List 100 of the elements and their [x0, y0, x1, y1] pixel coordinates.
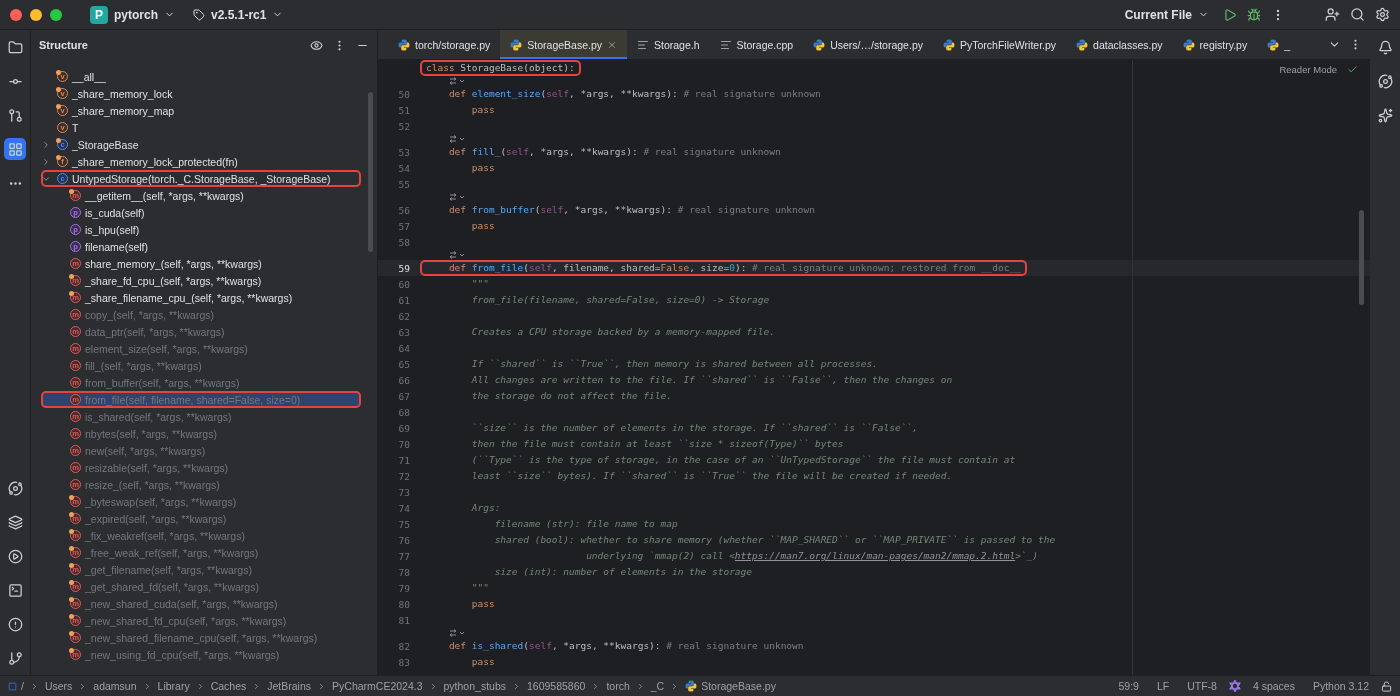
interpreter-selector[interactable]: Python 3.12 — [1306, 680, 1375, 692]
breadcrumb[interactable]: PyCharmCE2024.3 — [332, 680, 423, 692]
python-file-icon — [1076, 38, 1089, 51]
code-line: """ — [470, 277, 490, 291]
add-user-icon[interactable] — [1325, 7, 1340, 22]
code-line: pass — [470, 219, 496, 233]
code-line: least ``size`` bytes). If ``shared`` is ``True`` the file will be created if needed. — [470, 469, 954, 483]
star-of-david-icon[interactable] — [1228, 680, 1241, 692]
bug-icon[interactable] — [1247, 7, 1261, 22]
code-line: pass — [470, 597, 496, 611]
run-config-selector[interactable]: Current File — [1120, 5, 1213, 24]
code-line: def from_buffer(self, *args, **kwargs): # real signature unknown — [447, 203, 816, 217]
caret-position[interactable]: 59:9 — [1112, 680, 1145, 692]
line-number: 83 — [397, 656, 411, 668]
panel-title: Structure — [39, 39, 89, 51]
code-line: def fill_(self, *args, **kwargs): # real signature unknown — [447, 145, 782, 159]
line-number: 57 — [397, 220, 411, 232]
scrollbar[interactable] — [368, 92, 373, 252]
code-line: pass — [470, 103, 496, 117]
line-number: 81 — [397, 614, 411, 626]
check-icon — [1347, 64, 1358, 75]
chevron-right-icon[interactable] — [41, 156, 51, 167]
text-file-icon — [719, 38, 732, 51]
code-line: """ — [470, 581, 490, 595]
branch-selector[interactable]: v2.5.1-rc1 — [189, 5, 288, 24]
unlock-icon[interactable] — [1381, 680, 1392, 692]
code-line: pass — [470, 655, 496, 669]
line-number: 60 — [397, 278, 411, 290]
breadcrumb[interactable]: / — [8, 680, 24, 692]
code-line: All changes are written to the file. If ``shared`` is ``False``, then the changes on — [470, 373, 954, 387]
python-file-icon — [398, 38, 410, 51]
indent-setting[interactable]: 4 spaces — [1246, 680, 1301, 692]
line-number: 64 — [397, 342, 411, 354]
inlay-hint-icon[interactable] — [449, 193, 465, 201]
breadcrumb[interactable]: adamsun — [93, 680, 137, 692]
code-line: Creates a CPU storage backed by a memory-mapped file. — [470, 325, 776, 339]
chevron-right-icon[interactable] — [41, 139, 51, 150]
breadcrumb[interactable]: 1609585860 — [527, 680, 586, 692]
line-number: 53 — [397, 146, 411, 158]
structure-icon[interactable] — [4, 138, 26, 160]
line-number: 52 — [397, 120, 411, 132]
line-number: 70 — [397, 438, 411, 450]
inlay-hint-icon[interactable] — [449, 77, 465, 85]
inlay-hint-icon[interactable] — [449, 135, 465, 143]
scrollbar[interactable] — [1359, 210, 1364, 305]
code-line: def from_file(self, filename, shared=False, size=0): # real signature unknown; restored from __doc__ — [420, 260, 1027, 276]
breadcrumb[interactable]: StorageBase.py — [685, 680, 776, 692]
line-number: 51 — [397, 104, 411, 116]
line-number: 58 — [397, 236, 411, 248]
editor-tab[interactable]: _ — [1257, 30, 1301, 59]
breadcrumb[interactable]: Users — [44, 680, 73, 692]
settings-icon[interactable] — [1375, 7, 1390, 22]
editor-tab[interactable]: StorageBase.py — [500, 30, 627, 59]
search-icon[interactable] — [1350, 7, 1365, 22]
code-line: shared (bool): whether to share memory (whether ``MAP_SHARED`` or ``MAP_PRIVATE`` is passed to the — [493, 533, 1057, 547]
code-line: pass — [470, 161, 496, 175]
square-icon — [8, 681, 17, 691]
python-file-icon — [943, 38, 955, 51]
editor-tab[interactable]: PyTorchFileWriter.py — [933, 30, 1067, 59]
breadcrumb[interactable]: torch — [606, 680, 630, 692]
window-controls[interactable] — [10, 8, 62, 21]
line-number: 50 — [397, 88, 411, 100]
line-number: 55 — [397, 178, 411, 190]
code-line: size (int): number of elements in the storage — [493, 565, 753, 579]
file-encoding[interactable]: UTF-8 — [1181, 680, 1223, 692]
breadcrumb[interactable]: JetBrains — [267, 680, 312, 692]
code-line: filename (str): file name to map — [493, 517, 679, 531]
line-number: 73 — [397, 486, 411, 498]
line-number: 59 — [397, 262, 411, 274]
code-line: (``Type`` is the type of storage, in the case of an ``UnTypedStorage`` the file must contain at — [470, 453, 1017, 467]
project-selector[interactable]: P pytorch — [86, 3, 179, 26]
code-line: class StorageBase(object): — [420, 60, 581, 76]
breadcrumb[interactable]: _C — [650, 680, 665, 692]
line-number: 72 — [397, 470, 411, 482]
eye-icon[interactable] — [310, 38, 323, 52]
inlay-hint-icon[interactable] — [449, 251, 465, 259]
editor-tab[interactable]: Storage.h — [627, 30, 710, 59]
inlay-hint-icon[interactable] — [449, 629, 465, 637]
code-line: the storage do not affect the file. — [470, 389, 673, 403]
separator-icon — [512, 681, 521, 691]
breadcrumb[interactable]: python_stubs — [443, 680, 506, 692]
line-number: 68 — [397, 406, 411, 418]
reader-mode-link[interactable]: Reader Mode — [1279, 64, 1337, 75]
breadcrumb[interactable]: Caches — [210, 680, 247, 692]
editor-tab[interactable]: dataclasses.py — [1066, 30, 1173, 59]
editor-tab[interactable]: Users/…/storage.py — [803, 30, 933, 59]
line-number: 79 — [397, 582, 411, 594]
line-number: 56 — [397, 204, 411, 216]
python-file-icon — [685, 680, 698, 692]
editor-tab[interactable]: registry.py — [1172, 30, 1258, 59]
line-number: 69 — [397, 422, 411, 434]
close-icon[interactable] — [607, 39, 617, 50]
editor-tab[interactable]: Storage.cpp — [709, 30, 804, 59]
editor-tab[interactable]: torch/storage.py — [388, 30, 501, 59]
line-number: 67 — [397, 390, 411, 402]
python-file-icon — [510, 38, 523, 51]
line-separator[interactable]: LF — [1150, 680, 1176, 692]
line-number: 74 — [397, 502, 411, 514]
run-icon[interactable] — [1223, 7, 1237, 22]
breadcrumb[interactable]: Library — [157, 680, 190, 692]
